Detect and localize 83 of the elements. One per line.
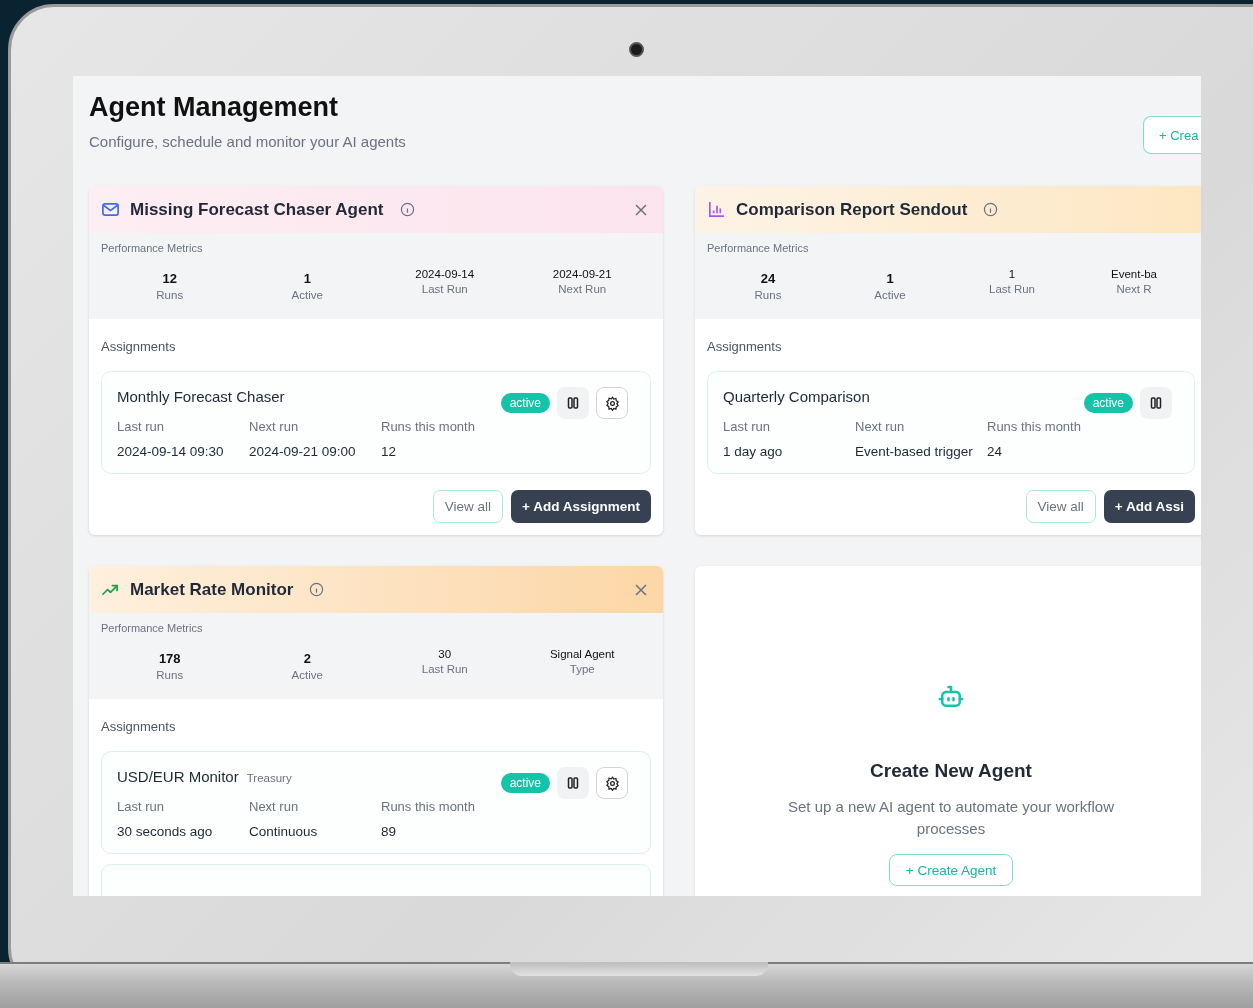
info-icon[interactable] (309, 582, 325, 597)
assignment-name: Quarterly Comparison (723, 388, 870, 405)
info-icon[interactable] (983, 202, 999, 217)
metric-label: Active (290, 289, 324, 301)
pause-button[interactable] (557, 387, 589, 419)
pause-button[interactable] (1140, 387, 1172, 419)
field-value: Continuous (249, 824, 319, 839)
field-value: 30 seconds ago (117, 824, 214, 839)
pause-icon (1150, 397, 1162, 409)
metric-label: Active (873, 289, 907, 301)
section-label: Assignments (101, 719, 177, 734)
close-icon (635, 203, 647, 216)
metric-value: 1 (885, 271, 895, 286)
close-icon (635, 583, 647, 596)
field-label: Last run (117, 419, 165, 434)
field-label: Next run (249, 419, 300, 434)
status-badge: active (500, 393, 550, 413)
metric-value: 2 (302, 651, 312, 666)
field-label: Runs this month (381, 799, 476, 814)
field-label: Next run (855, 419, 906, 434)
create-agent-description: Set up a new AI agent to automate your workflow processes (787, 797, 1115, 839)
assignment-name: Monthly Forecast Chaser (117, 388, 285, 405)
metric-label: Active (290, 669, 324, 681)
settings-icon (604, 395, 620, 411)
field-label: Next run (249, 799, 300, 814)
section-label: Assignments (707, 339, 783, 354)
metric-label: Type (568, 663, 596, 675)
agent-name: Comparison Report Sendout (736, 199, 968, 220)
status-badge: active (500, 773, 550, 793)
metric-value: 1 (302, 271, 312, 286)
section-label: Performance Metrics (101, 242, 204, 254)
settings-icon (604, 775, 620, 791)
metric-value: 12 (161, 271, 178, 286)
metric-value: 178 (157, 651, 182, 666)
field-value: 24 (987, 444, 1004, 459)
bar-chart-icon (707, 200, 726, 219)
pause-icon (567, 397, 579, 409)
field-label: Runs this month (987, 419, 1082, 434)
info-icon[interactable] (399, 202, 415, 217)
pause-icon (567, 777, 579, 789)
view-all-button[interactable]: View all (432, 490, 504, 523)
metric-value: 2024-09-21 (551, 268, 613, 280)
assignment-name: USD/EUR Monitor (117, 768, 239, 785)
metric-label: Last Run (420, 663, 469, 675)
agent-name: Market Rate Monitor (130, 579, 294, 600)
metric-label: Runs (155, 669, 185, 681)
metric-label: Next R (1115, 283, 1153, 295)
add-assignment-button[interactable]: + Add Assi (1103, 490, 1195, 523)
section-label: Performance Metrics (101, 622, 204, 634)
mail-icon (101, 200, 120, 219)
field-label: Last run (117, 799, 165, 814)
status-badge: active (1083, 393, 1133, 413)
view-all-button[interactable]: View all (1025, 490, 1096, 523)
pause-button[interactable] (557, 767, 589, 799)
field-label: Runs this month (381, 419, 476, 434)
metric-label: Next Run (557, 283, 608, 295)
field-value: 2024-09-21 09:00 (249, 444, 357, 459)
field-label: Last run (723, 419, 771, 434)
create-agent-title: Create New Agent (870, 760, 1032, 782)
settings-button[interactable] (596, 387, 628, 419)
field-value: 89 (381, 824, 398, 839)
metric-label: Runs (155, 289, 185, 301)
settings-button[interactable] (596, 767, 628, 799)
section-label: Performance Metrics (707, 242, 810, 254)
metric-value: 24 (759, 271, 777, 286)
metric-label: Last Run (420, 283, 469, 295)
metric-value: 30 (437, 648, 453, 660)
field-value: Event-based trigger (855, 444, 974, 459)
metric-value: 2024-09-14 (414, 268, 476, 280)
assignment-tag: Treasury (246, 772, 292, 784)
page-subtitle: Configure, schedule and monitor your AI agents (89, 133, 406, 150)
add-assignment-button[interactable]: + Add Assignment (511, 490, 651, 523)
section-label: Assignments (101, 339, 177, 354)
field-value: 2024-09-14 09:30 (117, 444, 225, 459)
metric-value: Event-ba (1110, 268, 1158, 280)
metric-value: Signal Agent (548, 648, 616, 660)
metric-label: Last Run (988, 283, 1036, 295)
page-title: Agent Management (89, 92, 340, 123)
metric-value: 1 (1007, 268, 1017, 280)
agent-name: Missing Forecast Chaser Agent (130, 199, 384, 220)
field-value: 12 (381, 444, 398, 459)
field-value: 1 day ago (723, 444, 784, 459)
metric-label: Runs (753, 289, 783, 301)
